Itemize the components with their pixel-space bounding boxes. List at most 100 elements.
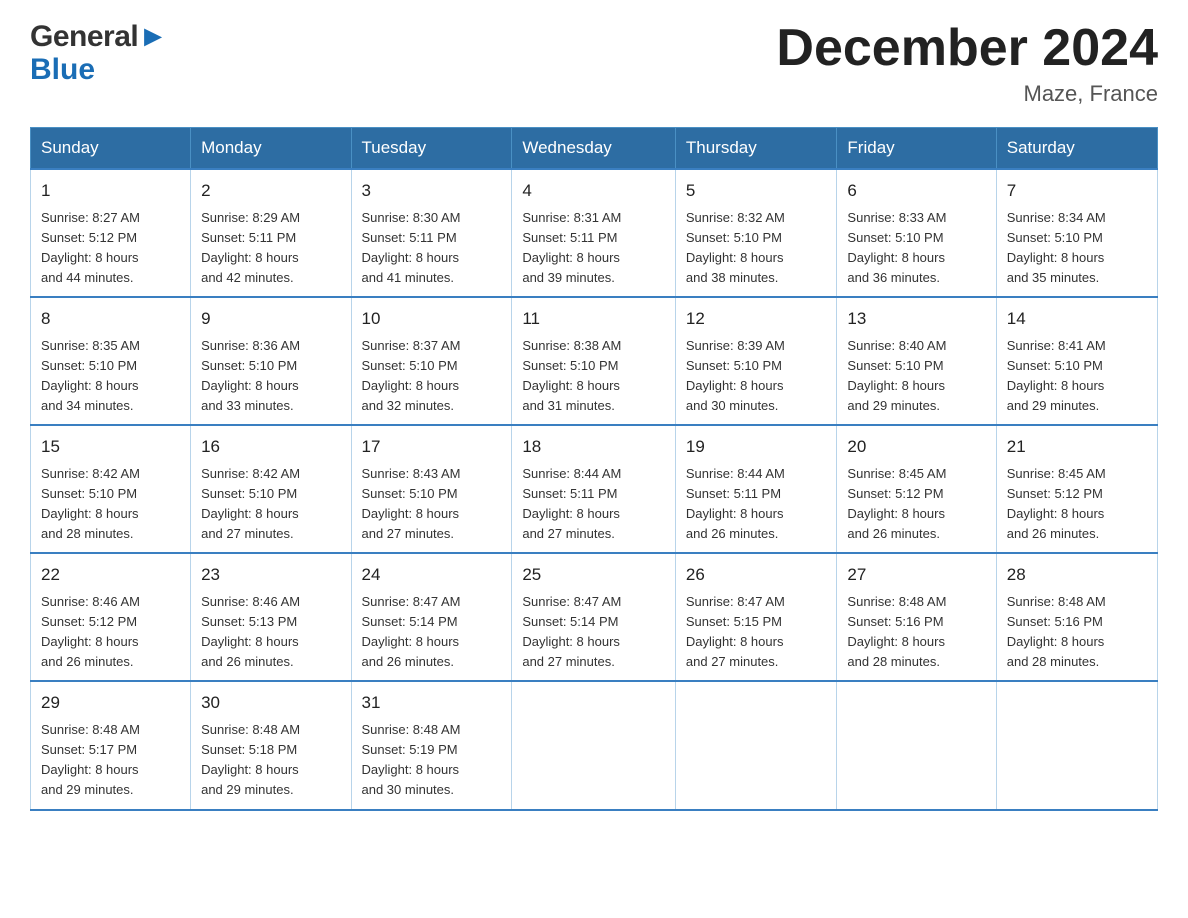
day-info: Sunrise: 8:40 AMSunset: 5:10 PMDaylight:… [847, 338, 946, 413]
day-number: 2 [201, 178, 340, 204]
calendar-cell: 27 Sunrise: 8:48 AMSunset: 5:16 PMDayligh… [837, 553, 996, 681]
calendar-cell: 13 Sunrise: 8:40 AMSunset: 5:10 PMDayligh… [837, 297, 996, 425]
calendar-cell: 29 Sunrise: 8:48 AMSunset: 5:17 PMDayligh… [31, 681, 191, 809]
calendar-table: Sunday Monday Tuesday Wednesday Thursday… [30, 127, 1158, 810]
day-number: 17 [362, 434, 502, 460]
main-title: December 2024 [776, 20, 1158, 77]
calendar-cell: 24Sunrise: 8:47 AMSunset: 5:14 PMDayligh… [351, 553, 512, 681]
day-info: Sunrise: 8:47 AMSunset: 5:15 PMDaylight:… [686, 594, 785, 669]
day-info: Sunrise: 8:44 AMSunset: 5:11 PMDaylight:… [686, 466, 785, 541]
day-info: Sunrise: 8:35 AMSunset: 5:10 PMDaylight:… [41, 338, 140, 413]
logo-line2: Blue [30, 53, 167, 86]
calendar-cell: 30 Sunrise: 8:48 AMSunset: 5:18 PMDayligh… [191, 681, 351, 809]
page-header: General► Blue December 2024 Maze, France [30, 20, 1158, 107]
calendar-cell [837, 681, 996, 809]
day-number: 14 [1007, 306, 1147, 332]
col-monday: Monday [191, 128, 351, 170]
day-number: 5 [686, 178, 827, 204]
calendar-cell: 10 Sunrise: 8:37 AMSunset: 5:10 PMDayligh… [351, 297, 512, 425]
calendar-cell: 4Sunrise: 8:31 AMSunset: 5:11 PMDaylight… [512, 169, 676, 297]
day-info: Sunrise: 8:42 AMSunset: 5:10 PMDaylight:… [41, 466, 140, 541]
subtitle: Maze, France [776, 81, 1158, 107]
calendar-cell: 1Sunrise: 8:27 AMSunset: 5:12 PMDaylight… [31, 169, 191, 297]
calendar-cell [512, 681, 676, 809]
calendar-week-5: 29 Sunrise: 8:48 AMSunset: 5:17 PMDayligh… [31, 681, 1158, 809]
day-info: Sunrise: 8:48 AMSunset: 5:16 PMDaylight:… [1007, 594, 1106, 669]
calendar-cell: 18 Sunrise: 8:44 AMSunset: 5:11 PMDayligh… [512, 425, 676, 553]
day-number: 22 [41, 562, 180, 588]
day-number: 19 [686, 434, 827, 460]
calendar-cell: 11 Sunrise: 8:38 AMSunset: 5:10 PMDayligh… [512, 297, 676, 425]
day-info: Sunrise: 8:39 AMSunset: 5:10 PMDaylight:… [686, 338, 785, 413]
day-info: Sunrise: 8:36 AMSunset: 5:10 PMDaylight:… [201, 338, 300, 413]
day-info: Sunrise: 8:29 AMSunset: 5:11 PMDaylight:… [201, 210, 300, 285]
calendar-cell: 14 Sunrise: 8:41 AMSunset: 5:10 PMDayligh… [996, 297, 1157, 425]
day-number: 30 [201, 690, 340, 716]
calendar-week-1: 1Sunrise: 8:27 AMSunset: 5:12 PMDaylight… [31, 169, 1158, 297]
calendar-cell: 6Sunrise: 8:33 AMSunset: 5:10 PMDaylight… [837, 169, 996, 297]
calendar-cell [675, 681, 837, 809]
day-info: Sunrise: 8:48 AMSunset: 5:19 PMDaylight:… [362, 722, 461, 797]
day-info: Sunrise: 8:45 AMSunset: 5:12 PMDaylight:… [847, 466, 946, 541]
col-sunday: Sunday [31, 128, 191, 170]
day-info: Sunrise: 8:48 AMSunset: 5:17 PMDaylight:… [41, 722, 140, 797]
calendar-cell: 20 Sunrise: 8:45 AMSunset: 5:12 PMDayligh… [837, 425, 996, 553]
col-tuesday: Tuesday [351, 128, 512, 170]
calendar-week-3: 15 Sunrise: 8:42 AMSunset: 5:10 PMDayligh… [31, 425, 1158, 553]
day-number: 26 [686, 562, 827, 588]
day-number: 12 [686, 306, 827, 332]
day-number: 29 [41, 690, 180, 716]
calendar-cell: 15 Sunrise: 8:42 AMSunset: 5:10 PMDayligh… [31, 425, 191, 553]
calendar-cell: 17 Sunrise: 8:43 AMSunset: 5:10 PMDayligh… [351, 425, 512, 553]
day-number: 13 [847, 306, 985, 332]
day-number: 7 [1007, 178, 1147, 204]
calendar-cell: 22Sunrise: 8:46 AMSunset: 5:12 PMDayligh… [31, 553, 191, 681]
day-number: 8 [41, 306, 180, 332]
day-number: 16 [201, 434, 340, 460]
day-number: 27 [847, 562, 985, 588]
day-info: Sunrise: 8:48 AMSunset: 5:18 PMDaylight:… [201, 722, 300, 797]
day-number: 3 [362, 178, 502, 204]
col-saturday: Saturday [996, 128, 1157, 170]
title-area: December 2024 Maze, France [776, 20, 1158, 107]
day-number: 23 [201, 562, 340, 588]
day-number: 24 [362, 562, 502, 588]
calendar-header-row: Sunday Monday Tuesday Wednesday Thursday… [31, 128, 1158, 170]
col-thursday: Thursday [675, 128, 837, 170]
calendar-cell: 23 Sunrise: 8:46 AMSunset: 5:13 PMDayligh… [191, 553, 351, 681]
day-number: 10 [362, 306, 502, 332]
calendar-cell: 28Sunrise: 8:48 AMSunset: 5:16 PMDayligh… [996, 553, 1157, 681]
day-info: Sunrise: 8:43 AMSunset: 5:10 PMDaylight:… [362, 466, 461, 541]
calendar-cell [996, 681, 1157, 809]
day-number: 20 [847, 434, 985, 460]
day-info: Sunrise: 8:46 AMSunset: 5:13 PMDaylight:… [201, 594, 300, 669]
day-info: Sunrise: 8:30 AMSunset: 5:11 PMDaylight:… [362, 210, 461, 285]
calendar-cell: 16Sunrise: 8:42 AMSunset: 5:10 PMDayligh… [191, 425, 351, 553]
col-friday: Friday [837, 128, 996, 170]
logo-line1: General► [30, 20, 167, 53]
calendar-cell: 9 Sunrise: 8:36 AMSunset: 5:10 PMDaylight… [191, 297, 351, 425]
calendar-cell: 5 Sunrise: 8:32 AMSunset: 5:10 PMDaylight… [675, 169, 837, 297]
day-info: Sunrise: 8:41 AMSunset: 5:10 PMDaylight:… [1007, 338, 1106, 413]
day-info: Sunrise: 8:48 AMSunset: 5:16 PMDaylight:… [847, 594, 946, 669]
calendar-cell: 8 Sunrise: 8:35 AMSunset: 5:10 PMDaylight… [31, 297, 191, 425]
day-info: Sunrise: 8:44 AMSunset: 5:11 PMDaylight:… [522, 466, 621, 541]
day-number: 9 [201, 306, 340, 332]
day-number: 18 [522, 434, 665, 460]
logo: General► Blue [30, 20, 167, 86]
calendar-cell: 12 Sunrise: 8:39 AMSunset: 5:10 PMDayligh… [675, 297, 837, 425]
day-number: 15 [41, 434, 180, 460]
day-number: 4 [522, 178, 665, 204]
day-info: Sunrise: 8:38 AMSunset: 5:10 PMDaylight:… [522, 338, 621, 413]
day-number: 11 [522, 306, 665, 332]
calendar-week-2: 8 Sunrise: 8:35 AMSunset: 5:10 PMDaylight… [31, 297, 1158, 425]
calendar-cell: 25Sunrise: 8:47 AMSunset: 5:14 PMDayligh… [512, 553, 676, 681]
calendar-cell: 21Sunrise: 8:45 AMSunset: 5:12 PMDayligh… [996, 425, 1157, 553]
day-info: Sunrise: 8:37 AMSunset: 5:10 PMDaylight:… [362, 338, 461, 413]
day-info: Sunrise: 8:33 AMSunset: 5:10 PMDaylight:… [847, 210, 946, 285]
calendar-cell: 26 Sunrise: 8:47 AMSunset: 5:15 PMDayligh… [675, 553, 837, 681]
calendar-cell: 31Sunrise: 8:48 AMSunset: 5:19 PMDayligh… [351, 681, 512, 809]
day-info: Sunrise: 8:32 AMSunset: 5:10 PMDaylight:… [686, 210, 785, 285]
day-info: Sunrise: 8:45 AMSunset: 5:12 PMDaylight:… [1007, 466, 1106, 541]
calendar-cell: 7Sunrise: 8:34 AMSunset: 5:10 PMDaylight… [996, 169, 1157, 297]
